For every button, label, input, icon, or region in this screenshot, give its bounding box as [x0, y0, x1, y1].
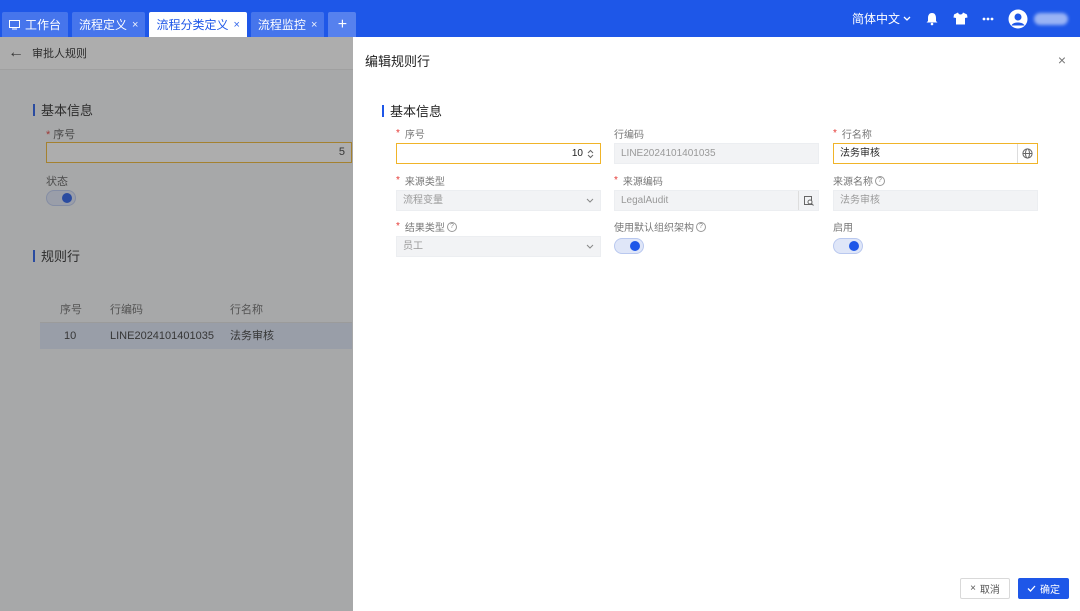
result-type-label-text: 结果类型: [404, 223, 445, 234]
enabled-label: 启用: [833, 223, 853, 234]
line-code-label: 行编码: [614, 130, 644, 141]
bell-icon[interactable]: [925, 12, 939, 26]
close-icon[interactable]: ×: [311, 19, 317, 31]
tab-label: 流程定义: [79, 18, 128, 32]
source-name-field: 法务审核: [833, 190, 1038, 211]
source-code-value: LegalAudit: [621, 195, 669, 206]
add-tab-button[interactable]: +: [328, 12, 357, 37]
chevron-down-icon: [586, 244, 594, 249]
drawer-title: 编辑规则行: [365, 54, 431, 69]
use-default-org-label-text: 使用默认组织架构: [614, 223, 694, 234]
seq-input[interactable]: 10: [396, 143, 601, 164]
avatar: [1008, 9, 1028, 28]
header-actions: 简体中文: [852, 0, 1080, 37]
use-default-org-toggle[interactable]: [614, 238, 644, 254]
number-stepper[interactable]: [587, 149, 594, 159]
seq-label-text: 序号: [404, 130, 425, 141]
shirt-icon[interactable]: [953, 12, 968, 25]
source-code-label: * 来源编码: [614, 175, 663, 188]
user-menu[interactable]: [1008, 9, 1068, 29]
confirm-label: 确定: [1040, 585, 1060, 596]
source-code-lookup[interactable]: LegalAudit: [614, 190, 819, 211]
line-name-label: * 行名称: [833, 128, 872, 141]
result-type-value: 员工: [403, 241, 423, 252]
section-title-basic: 基本信息: [382, 101, 442, 120]
close-icon[interactable]: ×: [1058, 52, 1066, 68]
line-code-field: LINE2024101401035: [614, 143, 819, 164]
enabled-toggle[interactable]: [833, 238, 863, 254]
close-icon[interactable]: ×: [132, 19, 138, 31]
monitor-icon: [9, 19, 20, 29]
tab-label: 流程分类定义: [156, 18, 229, 32]
confirm-button[interactable]: 确定: [1018, 578, 1069, 599]
source-name-label-text: 来源名称: [833, 177, 873, 188]
source-type-value: 流程变量: [403, 195, 443, 206]
close-icon[interactable]: ×: [233, 19, 239, 31]
tab-process-monitor[interactable]: 流程监控 ×: [250, 12, 325, 37]
check-icon: [1027, 585, 1036, 592]
source-type-label: * 来源类型: [396, 175, 445, 188]
chevron-down-icon: [586, 198, 594, 203]
language-selector[interactable]: 简体中文: [852, 10, 911, 27]
seq-label: * 序号: [396, 128, 425, 141]
result-type-label: * 结果类型 ?: [396, 219, 457, 234]
seq-value: 10: [571, 148, 583, 159]
chevron-down-icon: [903, 16, 911, 21]
tab-process-definition[interactable]: 流程定义 ×: [72, 12, 146, 37]
tab-label: 流程监控: [257, 18, 306, 32]
line-name-value: 法务审核: [840, 148, 880, 159]
top-bar: 工作台 流程定义 × 流程分类定义 × 流程监控 × + 简体中文: [0, 0, 1080, 37]
lookup-icon[interactable]: [798, 191, 818, 210]
tab-label: 工作台: [25, 18, 62, 32]
section-marker: [382, 104, 384, 117]
section-title-text: 基本信息: [390, 104, 443, 119]
source-type-label-text: 来源类型: [404, 177, 445, 188]
source-type-select[interactable]: 流程变量: [396, 190, 601, 211]
cancel-label: 取消: [979, 585, 1000, 596]
edit-rule-line-drawer: 编辑规则行 × 基本信息 * 序号 10 行编码 LINE202410140103…: [353, 37, 1080, 611]
tab-process-category-definition[interactable]: 流程分类定义 ×: [149, 12, 247, 37]
help-icon[interactable]: ?: [446, 221, 457, 232]
language-label: 简体中文: [851, 12, 900, 26]
chevron-down-icon[interactable]: [587, 154, 594, 159]
result-type-select[interactable]: 员工: [396, 236, 601, 257]
tab-workbench[interactable]: 工作台: [2, 12, 69, 37]
line-name-label-text: 行名称: [841, 130, 872, 141]
username-blurred: [1034, 12, 1068, 25]
source-name-label: 来源名称 ?: [833, 173, 885, 188]
globe-icon[interactable]: [1017, 144, 1037, 163]
close-icon: ×: [970, 583, 976, 594]
cancel-button[interactable]: × 取消: [960, 578, 1010, 599]
help-icon[interactable]: ?: [875, 175, 885, 186]
help-icon[interactable]: ?: [696, 221, 706, 232]
tab-strip: 工作台 流程定义 × 流程分类定义 × 流程监控 × +: [0, 0, 357, 37]
line-name-input[interactable]: 法务审核: [833, 143, 1038, 164]
use-default-org-label: 使用默认组织架构 ?: [614, 219, 706, 234]
source-code-label-text: 来源编码: [622, 177, 663, 188]
more-icon[interactable]: [982, 17, 994, 21]
